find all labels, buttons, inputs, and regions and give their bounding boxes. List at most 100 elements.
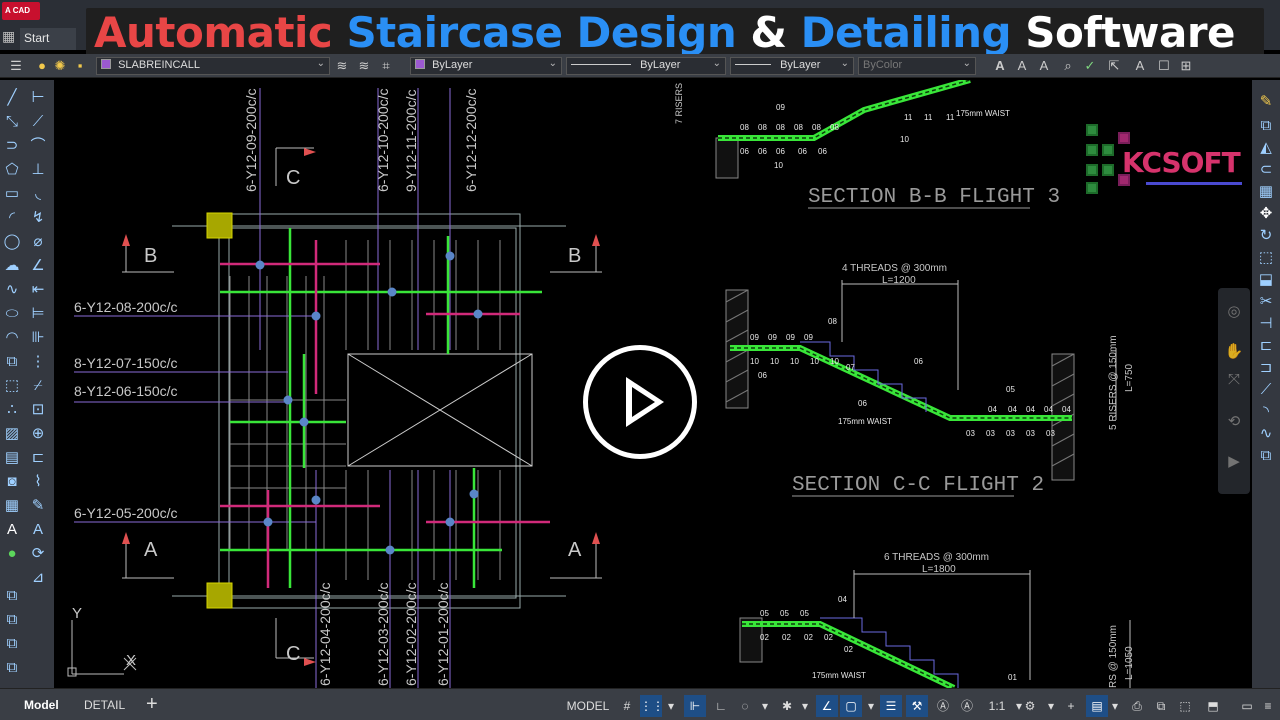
chamfer-icon[interactable]: ⟋ bbox=[1256, 380, 1276, 400]
find-icon[interactable]: ⌕ bbox=[1060, 58, 1076, 74]
model-space-button[interactable]: MODEL bbox=[564, 695, 612, 717]
showmotion-icon[interactable]: ▶ bbox=[1224, 452, 1244, 472]
annotation-monitor-icon[interactable]: ⚒ bbox=[906, 695, 928, 717]
offset-icon[interactable]: ⊂ bbox=[1256, 160, 1276, 180]
layer-walk-icon[interactable]: ⧉ bbox=[2, 634, 22, 654]
workspace-gear-icon[interactable]: ⚙ bbox=[1018, 695, 1042, 717]
explode-icon[interactable]: ⧉ bbox=[1256, 446, 1276, 466]
trim-icon[interactable]: ✂ bbox=[1256, 292, 1276, 312]
insert-block-icon[interactable]: ⧉ bbox=[2, 352, 22, 372]
scale-text-icon[interactable]: ⇱ bbox=[1106, 58, 1122, 74]
ortho-icon[interactable]: ∟ bbox=[710, 695, 732, 717]
dim-text-edit-icon[interactable]: A bbox=[28, 520, 48, 540]
rectangle-icon[interactable]: ▭ bbox=[2, 184, 22, 204]
dim-space-icon[interactable]: ⋮ bbox=[28, 352, 48, 372]
scale-icon[interactable]: ⬚ bbox=[1256, 248, 1276, 268]
dim-ordinate-icon[interactable]: ⊥ bbox=[28, 160, 48, 180]
fullscreen-icon[interactable]: ▭ bbox=[1236, 695, 1258, 717]
grid-icon[interactable]: # bbox=[616, 695, 638, 717]
dim-break-icon[interactable]: ⌿ bbox=[28, 376, 48, 396]
make-block-icon[interactable]: ⬚ bbox=[2, 376, 22, 396]
object-snap-icon[interactable]: ▢ bbox=[840, 695, 862, 717]
dim-arc-icon[interactable]: ⌒ bbox=[28, 136, 48, 156]
ellipse-icon[interactable]: ⬭ bbox=[2, 304, 22, 324]
tab-model[interactable]: Model bbox=[24, 698, 59, 712]
dim-linear-icon[interactable]: ⊢ bbox=[28, 88, 48, 108]
chevron-down-icon[interactable]: ▾ bbox=[664, 695, 678, 717]
blend-icon[interactable]: ∿ bbox=[1256, 424, 1276, 444]
arc-icon[interactable]: ◜ bbox=[2, 208, 22, 228]
quick-properties-icon[interactable]: ⎙ bbox=[1126, 695, 1148, 717]
justify-text-icon[interactable]: A bbox=[1132, 58, 1148, 74]
dim-aligned-icon[interactable]: ⟋ bbox=[28, 112, 48, 132]
layer-previous-icon[interactable]: ⌗ bbox=[378, 58, 394, 74]
break-icon[interactable]: ⊏ bbox=[1256, 336, 1276, 356]
text-style-icon[interactable]: A bbox=[992, 58, 1008, 74]
dim-style-icon[interactable]: ⊿ bbox=[28, 568, 48, 588]
tab-detail[interactable]: DETAIL bbox=[84, 698, 125, 712]
convert-icon[interactable]: ⊞ bbox=[1178, 58, 1194, 74]
circle-icon[interactable]: ◯ bbox=[2, 232, 22, 252]
layer-merge-icon[interactable]: ⧉ bbox=[2, 658, 22, 678]
ellipse-arc-icon[interactable]: ◠ bbox=[2, 328, 22, 348]
extend-icon[interactable]: ⊣ bbox=[1256, 314, 1276, 334]
pan-icon[interactable]: ✋ bbox=[1224, 342, 1244, 362]
snap-icon[interactable]: ⋮⋮ bbox=[640, 695, 664, 717]
dim-angular-icon[interactable]: ∠ bbox=[28, 256, 48, 276]
construction-line-icon[interactable]: ⤡ bbox=[2, 112, 22, 132]
erase-icon[interactable]: ✎ bbox=[1256, 92, 1276, 112]
chevron-down-icon[interactable]: ▾ bbox=[1044, 695, 1058, 717]
customize-icon[interactable]: ≡ bbox=[1258, 695, 1278, 717]
annotation-autoscale-icon[interactable]: Ⓐ bbox=[956, 695, 978, 717]
quick-dim-icon[interactable]: ⇤ bbox=[28, 280, 48, 300]
annotative-text-icon[interactable]: A bbox=[1014, 58, 1030, 74]
steering-wheel-icon[interactable]: ◎ bbox=[1224, 302, 1244, 322]
gradient-icon[interactable]: ▤ bbox=[2, 448, 22, 468]
lock-icon[interactable]: ▪ bbox=[72, 58, 88, 74]
units-icon[interactable]: ▤ bbox=[1086, 695, 1108, 717]
match-layer-icon[interactable]: ≋ bbox=[356, 58, 372, 74]
move-icon[interactable]: ✥ bbox=[1256, 204, 1276, 224]
annotate-monitor-icon[interactable]: + bbox=[1060, 695, 1082, 717]
hardware-acceleration-icon[interactable]: ⧉ bbox=[1150, 695, 1172, 717]
clean-screen-icon[interactable]: ⬒ bbox=[1202, 695, 1224, 717]
zoom-extents-icon[interactable]: ⤧ bbox=[1224, 370, 1244, 390]
line-icon[interactable]: ╱ bbox=[2, 88, 22, 108]
layer-states-icon[interactable]: ⧉ bbox=[2, 586, 22, 606]
fillet-icon[interactable]: ◝ bbox=[1256, 402, 1276, 422]
join-icon[interactable]: ⊐ bbox=[1256, 358, 1276, 378]
dim-jogged-icon[interactable]: ↯ bbox=[28, 208, 48, 228]
annotation-scale[interactable]: 1:1 bbox=[982, 695, 1012, 717]
make-current-icon[interactable]: ≋ bbox=[334, 58, 350, 74]
copy-icon[interactable]: ⧉ bbox=[1256, 116, 1276, 136]
dim-baseline-icon[interactable]: ⊨ bbox=[28, 304, 48, 324]
polar-icon[interactable]: ◌ bbox=[734, 695, 756, 717]
stretch-icon[interactable]: ⬓ bbox=[1256, 270, 1276, 290]
revcloud-icon[interactable]: ☁ bbox=[2, 256, 22, 276]
rotate-icon[interactable]: ↻ bbox=[1256, 226, 1276, 246]
infer-constraints-icon[interactable]: ⊩ bbox=[684, 695, 706, 717]
dim-radius-icon[interactable]: ◟ bbox=[28, 184, 48, 204]
dim-diameter-icon[interactable]: ⌀ bbox=[28, 232, 48, 252]
text-frame-icon[interactable]: ☐ bbox=[1156, 58, 1172, 74]
polygon-icon[interactable]: ⬠ bbox=[2, 160, 22, 180]
linetype-dropdown[interactable]: ByLayer ⌄ bbox=[566, 57, 726, 75]
sun-icon[interactable]: ✺ bbox=[52, 58, 68, 74]
layer-iso-icon[interactable]: ⧉ bbox=[2, 610, 22, 630]
isodraft-icon[interactable]: ✱ bbox=[776, 695, 798, 717]
isolate-objects-icon[interactable]: ⬚ bbox=[1174, 695, 1196, 717]
mirror-icon[interactable]: ◭ bbox=[1256, 138, 1276, 158]
chevron-down-icon[interactable]: ▾ bbox=[864, 695, 878, 717]
app-logo[interactable]: A CAD bbox=[2, 2, 40, 20]
dim-update-icon[interactable]: ⟳ bbox=[28, 544, 48, 564]
lineweight-dropdown[interactable]: ByLayer ⌄ bbox=[730, 57, 854, 75]
add-layout-button[interactable]: + bbox=[146, 693, 158, 716]
orbit-icon[interactable]: ⟲ bbox=[1224, 412, 1244, 432]
polyline-icon[interactable]: ⊃ bbox=[2, 136, 22, 156]
hatch-icon[interactable]: ▨ bbox=[2, 424, 22, 444]
inspection-icon[interactable]: ⊏ bbox=[28, 448, 48, 468]
center-mark-icon[interactable]: ⊕ bbox=[28, 424, 48, 444]
color-dropdown[interactable]: ByLayer ⌄ bbox=[410, 57, 562, 75]
file-menu-icon[interactable]: ▦ bbox=[2, 28, 15, 45]
text-edit-icon[interactable]: A bbox=[1036, 58, 1052, 74]
